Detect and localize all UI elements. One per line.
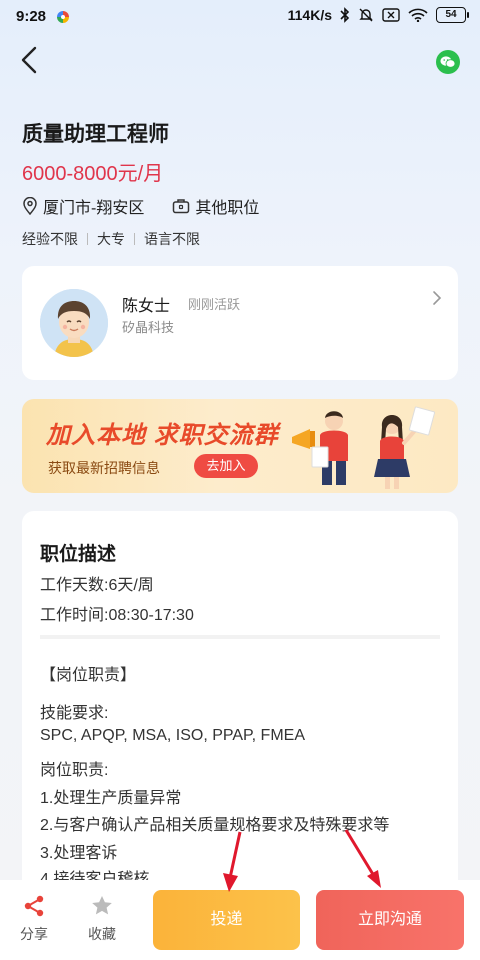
salary: 6000-8000元/月 [22,163,164,185]
description-line: 1.处理生产质量异常 [40,790,182,807]
category-text: 其他职位 [195,200,260,217]
responsibilities-heading: 【岗位职责】 [40,667,137,684]
share-label: 分享 [20,926,48,942]
network-speed: 114K/s [287,7,332,23]
bluetooth-icon [340,7,350,23]
job-requirements: 经验不限 大专 语言不限 [22,229,200,249]
description-line: SPC, APQP, MSA, ISO, PPAP, FMEA [40,727,305,744]
recruiter-status: 刚刚活跃 [188,297,241,312]
banner-title: 加入本地 求职交流群 [46,422,279,449]
favorite-button[interactable]: 收藏 [78,894,126,944]
recruiter-company: 矽晶科技 [122,320,175,335]
job-location: 厦门市-翔安区 [22,194,144,218]
deliver-resume-button[interactable]: 投递 [153,890,300,950]
app-notification-icon [57,11,69,23]
share-icon [24,895,44,917]
job-description-card: 职位描述 工作天数:6天/周 工作时间:08:30-17:30 【岗位职责】 技… [22,511,458,931]
location-pin-icon [23,197,37,215]
description-line: 2.与客户确认产品相关质量规格要求及特殊要求等 [40,817,390,834]
tag-education: 大专 [97,231,125,247]
star-icon [92,896,112,915]
join-button[interactable]: 去加入 [194,454,258,478]
banner-subtitle: 获取最新招聘信息 [48,460,160,476]
tag-language: 语言不限 [144,231,200,247]
recruiter-avatar [40,289,108,357]
recruiter-card[interactable]: 陈女士 刚刚活跃 矽晶科技 [22,266,458,380]
chevron-right-icon [433,291,442,305]
location-text: 厦门市-翔安区 [43,200,145,217]
back-arrow-icon [21,46,37,74]
chat-now-button[interactable]: 立即沟通 [316,890,464,950]
mute-icon [358,7,374,23]
sim-off-icon [382,8,400,22]
tag-divider [134,233,135,245]
recruiter-name: 陈女士 [122,298,171,315]
join-group-banner[interactable]: 加入本地 求职交流群 获取最新招聘信息 去加入 [22,399,458,493]
description-line: 3.处理客诉 [40,845,118,862]
wechat-icon [440,56,456,68]
status-time: 9:28 [16,8,47,25]
banner-illustration [292,406,436,489]
description-title: 职位描述 [40,544,117,565]
wechat-share-button[interactable] [436,50,460,74]
briefcase-icon [173,199,190,214]
battery-indicator: 54 [436,7,469,23]
tag-divider [87,233,88,245]
work-days: 工作天数:6天/周 [40,577,154,594]
description-line: 技能要求: [40,705,109,722]
share-button[interactable]: 分享 [10,894,58,944]
bottom-action-bar: 分享 收藏 投递 立即沟通 [0,880,480,960]
job-title: 质量助理工程师 [22,123,169,146]
description-line: 岗位职责: [40,762,109,779]
favorite-label: 收藏 [88,926,116,942]
job-meta: 厦门市-翔安区 其他职位 [22,194,259,218]
work-hours: 工作时间:08:30-17:30 [40,607,194,624]
back-button[interactable] [14,44,44,76]
section-divider [40,635,440,639]
job-category: 其他职位 [172,194,259,218]
status-bar: 9:28 114K/s 54 [0,0,480,34]
tag-experience: 经验不限 [22,231,78,247]
wifi-icon [408,8,428,22]
